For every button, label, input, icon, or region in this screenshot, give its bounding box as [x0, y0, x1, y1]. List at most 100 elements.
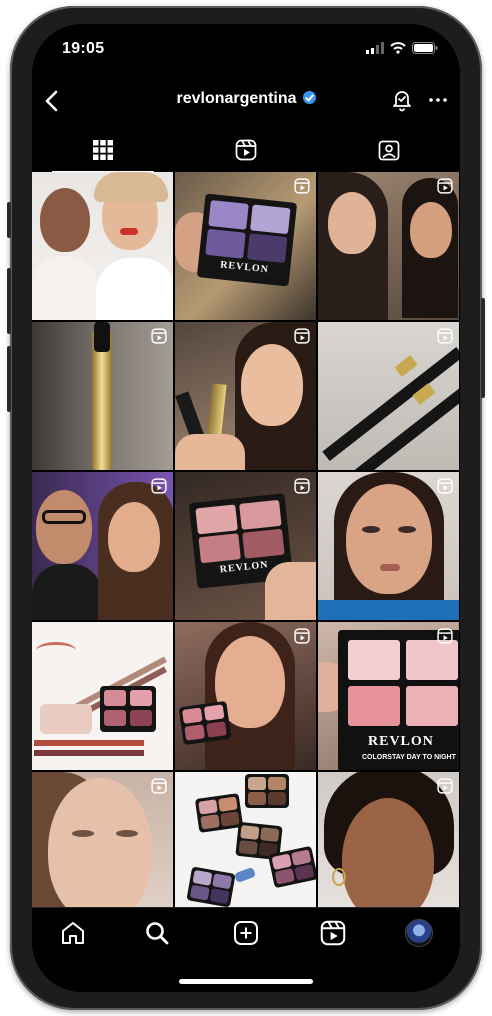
post-thumbnail[interactable]: [175, 322, 316, 470]
avatar: [405, 919, 433, 947]
post-thumbnail[interactable]: [318, 472, 459, 620]
notification-bell-icon[interactable]: [390, 88, 414, 112]
model-top: [96, 258, 173, 320]
model-hair: [94, 172, 168, 202]
model-face: [241, 344, 303, 426]
battery-icon: [412, 42, 438, 54]
verified-badge-icon: [302, 91, 316, 104]
eye: [116, 830, 138, 837]
reel-badge-icon: [437, 478, 453, 494]
home-indicator: [179, 979, 313, 984]
eyeshadow-palette: REVLON: [196, 193, 298, 287]
volume-down-button: [7, 346, 11, 412]
brand-label: REVLON: [219, 259, 270, 276]
profile-tabs: [32, 128, 460, 174]
post-thumbnail[interactable]: REVLON: [175, 172, 316, 320]
earring: [332, 868, 346, 886]
nav-create[interactable]: [231, 918, 261, 948]
lip-liner: [34, 740, 144, 746]
lip-liner: [34, 750, 144, 756]
model-top: [32, 256, 98, 320]
nav-search[interactable]: [142, 918, 172, 948]
lips: [380, 564, 400, 571]
model-face: [108, 502, 160, 572]
plus-square-icon: [234, 921, 258, 945]
gold-band: [394, 355, 418, 377]
hand: [175, 434, 245, 470]
model-top: [32, 564, 102, 620]
reel-badge-icon: [294, 178, 310, 194]
eyeshadow-palette: [186, 866, 236, 908]
post-thumbnail[interactable]: [175, 772, 316, 920]
reel-badge-icon: [294, 328, 310, 344]
smoky-eye: [362, 526, 380, 533]
post-thumbnail[interactable]: REVLON: [175, 472, 316, 620]
post-thumbnail[interactable]: [318, 172, 459, 320]
app-screen: 19:05 revlonargentina REVLON REVLON REVL…: [32, 24, 460, 992]
brand-label: REVLON: [368, 734, 434, 749]
post-thumbnail[interactable]: [32, 322, 173, 470]
eyeshadow-palette: [245, 774, 289, 808]
smoky-eye: [398, 526, 416, 533]
grid-icon: [93, 140, 113, 160]
tab-posts[interactable]: [32, 128, 174, 172]
tab-tagged[interactable]: [318, 128, 460, 172]
bottom-navigation: [32, 907, 460, 992]
tagged-icon: [378, 140, 400, 161]
search-icon: [146, 922, 169, 945]
reel-badge-icon: [151, 478, 167, 494]
red-lips: [120, 228, 138, 235]
post-thumbnail[interactable]: REVLON COLORSTAY DAY TO NIGHT: [318, 622, 459, 770]
swatch: [36, 642, 76, 659]
nav-reels[interactable]: [318, 918, 348, 948]
reel-badge-icon: [437, 778, 453, 794]
reels-icon: [320, 920, 346, 946]
home-icon: [62, 922, 84, 944]
post-thumbnail[interactable]: [318, 322, 459, 470]
tab-reels[interactable]: [175, 128, 317, 172]
model-face: [342, 798, 434, 920]
hand: [265, 562, 316, 620]
status-icons: [366, 42, 438, 54]
post-thumbnail[interactable]: [32, 772, 173, 920]
volume-up-button: [7, 268, 11, 334]
reel-badge-icon: [151, 778, 167, 794]
reel-badge-icon: [151, 328, 167, 344]
mascara-cap: [94, 322, 110, 352]
reel-badge-icon: [437, 628, 453, 644]
brush: [233, 866, 257, 884]
reel-badge-icon: [437, 178, 453, 194]
status-bar: 19:05: [32, 24, 460, 84]
model-face: [40, 188, 90, 252]
model-face: [346, 484, 432, 594]
profile-header: revlonargentina: [32, 86, 460, 120]
eyeshadow-palette: REVLON COLORSTAY DAY TO NIGHT: [338, 630, 459, 770]
post-thumbnail[interactable]: [318, 772, 459, 920]
swatch: [40, 704, 92, 734]
username-text: revlonargentina: [176, 90, 297, 107]
model-face: [410, 202, 452, 258]
glasses: [42, 510, 86, 524]
posts-grid: REVLON REVLON REVLON COLORSTAY DAY TO NI…: [32, 172, 460, 924]
model-top: [318, 600, 459, 620]
status-time: 19:05: [62, 40, 105, 57]
product-line-label: COLORSTAY DAY TO NIGHT: [362, 754, 456, 761]
post-thumbnail[interactable]: [32, 472, 173, 620]
brand-label: REVLON: [219, 559, 270, 576]
eye: [72, 830, 94, 837]
model-face: [48, 778, 152, 920]
nav-profile[interactable]: [404, 918, 434, 948]
post-thumbnail[interactable]: [32, 622, 173, 770]
reel-badge-icon: [294, 478, 310, 494]
nav-home[interactable]: [58, 918, 88, 948]
power-button: [481, 298, 485, 398]
model-face: [36, 490, 92, 564]
model-face: [328, 192, 376, 254]
reel-badge-icon: [294, 628, 310, 644]
post-thumbnail[interactable]: [175, 622, 316, 770]
mute-switch: [7, 202, 11, 238]
more-options-icon[interactable]: [426, 88, 450, 112]
wifi-icon: [390, 42, 406, 54]
post-thumbnail[interactable]: [32, 172, 173, 320]
signal-icon: [366, 42, 384, 54]
